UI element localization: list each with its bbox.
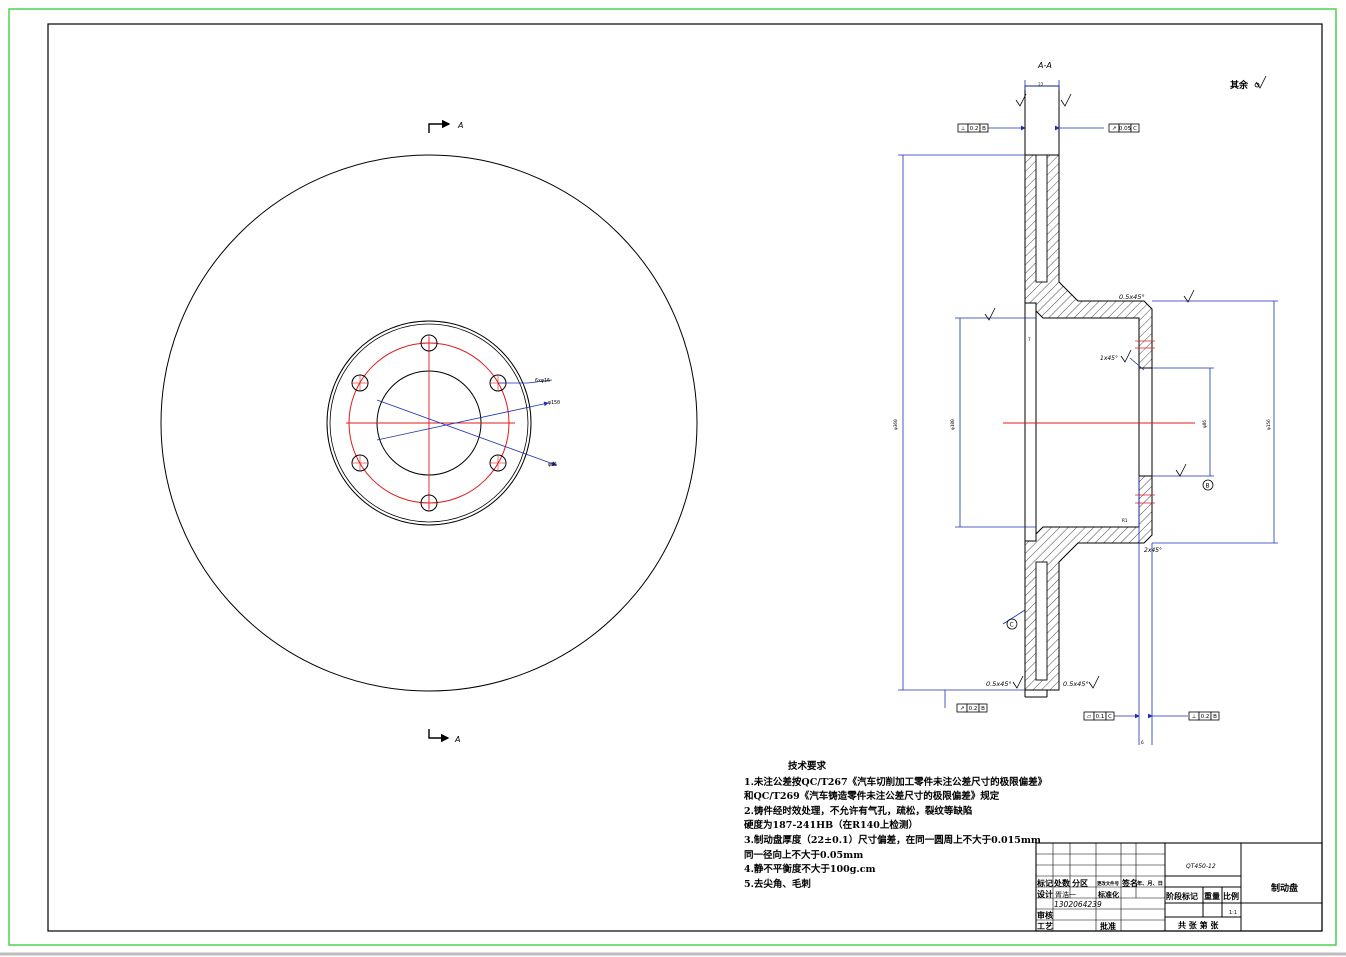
tolerance-text: 0.2 [1201, 714, 1210, 720]
standard-label: 标准化 [1097, 890, 1119, 899]
tech-line: 2.铸件经时效处理，不允许有气孔，疏松，裂纹等缺陷 [744, 805, 973, 817]
weight-label: 重量 [1204, 891, 1220, 901]
tech-line: 1.未注公差按QC/T267《汽车切削加工零件未注公差尺寸的极限偏差》 [744, 776, 1048, 788]
tolerance-text: B [1213, 714, 1217, 720]
tolerance-text: ↗ [960, 706, 965, 712]
bottom-dim: 6 [1141, 740, 1144, 746]
sheets-label: 共 张 第 张 [1178, 920, 1219, 930]
tolerance-text: 0.2 [969, 706, 978, 712]
tolerance-text: ⊥ [1192, 714, 1197, 720]
tolerance-frame-bottom-left: ↗ 0.2 B [956, 703, 988, 713]
student-id: 1302064239 [1054, 900, 1102, 909]
chamfer-top: 0.5x45° [1119, 293, 1145, 301]
drawing-sheet: 6xφ16 φ150 φ86 A A A-A 其余 22 φ360 φ180 φ… [0, 8, 1346, 956]
bolt-circle-dim: φ150 [548, 400, 560, 406]
tolerance-frames: ⊥ 0.2 B ↗ 0.05 C↗ 0.2 B▱ 0.1 C ⊥ 0.2 B [956, 123, 1220, 721]
cut-marker-bottom: A [454, 735, 460, 744]
chamfer-bottom-left: 0.5x45° [986, 680, 1012, 688]
outer-frame [8, 8, 1337, 946]
tolerance-text: 0.1 [1096, 714, 1105, 720]
tolerance-frame-bottom-mid: ▱ 0.1 C [1083, 711, 1115, 721]
tolerance-text: C [1108, 714, 1112, 720]
tolerance-text: ⊥ [961, 126, 966, 132]
scale-label: 比例 [1223, 891, 1239, 901]
col-docno: 更改文件号 [1097, 880, 1120, 887]
tech-title: 技术要求 [788, 761, 827, 772]
tech-line: 3.制动盘厚度（22±0.1）尺寸偏差，在同一圆周上不大于0.015mm [744, 834, 1041, 846]
cut-marker-top: A [457, 121, 463, 130]
material: QT450-12 [1186, 863, 1216, 870]
col-date: 年、月、日 [1137, 879, 1163, 887]
process-label: 工艺 [1037, 921, 1053, 931]
chamfer-1x45: 1x45° [1100, 355, 1118, 362]
dim-outer-diameter: φ360 [893, 419, 899, 430]
col-sign: 签名 [1121, 878, 1138, 888]
designer: 胥浩一 [1055, 890, 1076, 899]
tolerance-frame-bottom-right: ⊥ 0.2 B [1188, 711, 1220, 721]
datum-c: C [1010, 622, 1014, 629]
dim-thickness: 22 [1038, 82, 1044, 88]
review-label: 审核 [1037, 910, 1053, 920]
roughness-note: 其余 [1230, 79, 1249, 91]
dim-pilot: φ86 [1202, 420, 1208, 428]
tolerance-text: 0.05 [1119, 126, 1132, 132]
chamfer-2x45: 2x45° [1144, 547, 1162, 554]
small-dim: 7 [1028, 337, 1031, 343]
tech-line: 5.去尖角、毛刺 [744, 878, 811, 890]
tolerance-text: ↗ [1112, 126, 1117, 132]
tech-line: 硬度为187-241HB（在R140上检测） [744, 820, 918, 832]
dim-hub-left: φ180 [950, 419, 956, 430]
front-view: 6xφ16 φ150 φ86 A A [160, 119, 698, 744]
scale-value: 1:1 [1229, 910, 1237, 916]
part-name: 制动盘 [1271, 882, 1298, 894]
title-block-text: QT450-12 制动盘 标记 处数 分区 更改文件号 签名 年、月、日 设计 … [1036, 863, 1298, 931]
col-count: 处数 [1053, 878, 1071, 888]
hub-bore-dim: φ86 [548, 462, 557, 468]
dim-hub-right: φ156 [1266, 419, 1272, 430]
col-zone: 分区 [1072, 878, 1088, 888]
tolerance-text: 0.2 [970, 126, 979, 132]
bolt-hole-dim: 6xφ16 [535, 378, 550, 384]
approve-label: 批准 [1100, 921, 1116, 931]
tolerance-text: B [981, 706, 985, 712]
tolerance-text: C [1133, 126, 1137, 132]
tech-line: 和QC/T269《汽车铸造零件未注公差尺寸的极限偏差》规定 [744, 791, 1000, 803]
tolerance-frame-top-right: ↗ 0.05 C [1108, 123, 1140, 133]
section-label: A-A [1037, 61, 1052, 70]
tolerance-frame-top-left: ⊥ 0.2 B [957, 123, 989, 133]
tech-line: 同一径向上不大于0.05mm [744, 849, 864, 861]
datum-b: B [1206, 483, 1210, 490]
chamfer-bottom-right: 0.5x45° [1063, 680, 1089, 688]
tolerance-text: B [982, 126, 986, 132]
tech-line: 4.静不平衡度不大于100g.cm [744, 864, 876, 876]
section-view: A-A 其余 22 φ360 φ180 φ156 φ86 0.5x45° 1x4… [893, 61, 1278, 746]
tech-requirements: 技术要求 1.未注公差按QC/T267《汽车切削加工零件未注公差尺寸的极限偏差》… [744, 760, 1048, 892]
fillet-radius: R1 [1122, 518, 1128, 524]
drawing-border [47, 23, 1323, 932]
stage-label: 阶段标记 [1166, 891, 1198, 901]
